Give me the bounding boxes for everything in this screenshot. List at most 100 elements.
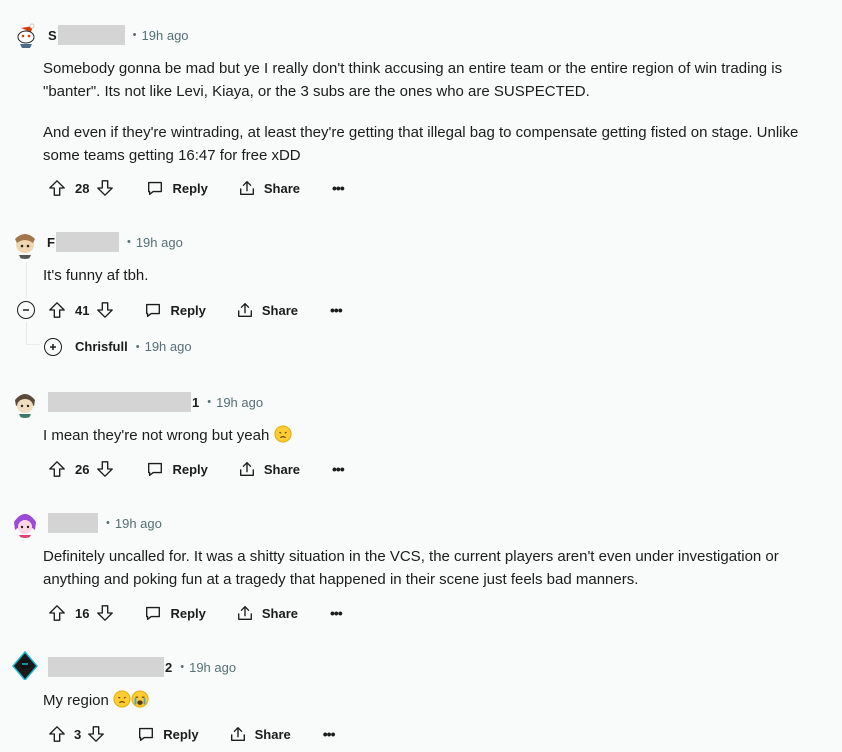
thread-connector	[26, 344, 40, 345]
upvote-button[interactable]	[48, 725, 66, 743]
timestamp[interactable]: 19h ago	[115, 516, 162, 531]
separator-dot: •	[132, 29, 137, 41]
share-button[interactable]: Share	[236, 301, 298, 319]
share-icon	[239, 181, 254, 195]
separator-dot: •	[180, 661, 185, 673]
comment-meta: • 19h ago	[47, 513, 162, 533]
comment-meta: F • 19h ago	[47, 232, 183, 252]
comment-meta: 1 • 19h ago	[47, 392, 263, 412]
comment-body: I mean they're not wrong but yeah	[43, 424, 833, 447]
reply-bubble-icon	[146, 606, 161, 620]
downvote-button[interactable]	[96, 604, 114, 622]
upvote-icon	[49, 302, 65, 318]
upvote-button[interactable]	[48, 179, 66, 197]
more-options-button[interactable]: •••	[323, 726, 336, 742]
upvote-icon	[49, 180, 65, 196]
redacted-username	[48, 657, 164, 677]
share-button[interactable]: Share	[238, 179, 300, 197]
upvote-button[interactable]	[48, 301, 66, 319]
share-label: Share	[261, 605, 299, 621]
comment-paragraph: Somebody gonna be mad but ye I really do…	[43, 60, 783, 100]
more-options-button[interactable]: •••	[332, 180, 345, 196]
expand-reply-button[interactable]	[44, 338, 62, 356]
comment-paragraph: Definitely uncalled for. It was a shitty…	[43, 548, 779, 588]
thread-line[interactable]	[26, 262, 27, 298]
share-button[interactable]: Share	[236, 604, 298, 622]
share-label: Share	[263, 461, 301, 477]
upvote-button[interactable]	[48, 604, 66, 622]
collapsed-reply-meta: Chrisfull • 19h ago	[75, 339, 192, 354]
more-options-button[interactable]: •••	[332, 461, 345, 477]
separator-dot: •	[106, 517, 110, 529]
share-icon	[239, 462, 254, 476]
downvote-icon	[97, 180, 114, 196]
avatar[interactable]	[11, 18, 43, 50]
reply-button[interactable]: Reply	[137, 725, 199, 743]
share-button[interactable]: Share	[229, 725, 291, 743]
vote-score: 41	[75, 302, 90, 318]
comment-body: It's funny af tbh.	[43, 264, 833, 287]
timestamp[interactable]: 19h ago	[145, 339, 192, 354]
username[interactable]: Chrisfull	[75, 339, 128, 354]
redacted-username	[48, 513, 98, 533]
username[interactable]: F	[47, 235, 55, 250]
comment-actions: 28 Reply Share •••	[48, 172, 345, 204]
share-icon	[230, 727, 245, 741]
downvote-icon	[88, 726, 105, 742]
reply-button[interactable]: Reply	[146, 460, 208, 478]
separator-dot: •	[207, 396, 212, 408]
upvote-button[interactable]	[48, 460, 66, 478]
username[interactable]: S	[48, 28, 57, 43]
collapse-button[interactable]	[17, 301, 35, 319]
share-icon	[237, 606, 252, 620]
reply-button[interactable]: Reply	[146, 179, 208, 197]
reply-bubble-icon	[139, 727, 154, 741]
upvote-icon	[49, 726, 65, 742]
reply-label: Reply	[170, 302, 206, 318]
downvote-icon	[97, 605, 114, 621]
comment-body: My region	[43, 689, 833, 712]
reply-button[interactable]: Reply	[144, 604, 206, 622]
comment-actions: 26 Reply Share •••	[48, 453, 345, 485]
comment-paragraph: And even if they're wintrading, at least…	[43, 124, 799, 164]
comment-actions: 16 Reply Share •••	[48, 597, 343, 629]
share-label: Share	[261, 302, 299, 318]
separator-dot: •	[135, 340, 140, 353]
downvote-button[interactable]	[87, 725, 105, 743]
downvote-button[interactable]	[96, 179, 114, 197]
timestamp[interactable]: 19h ago	[136, 235, 183, 250]
comment-paragraph: I mean they're not wrong but yeah	[43, 424, 833, 447]
share-button[interactable]: Share	[238, 460, 300, 478]
avatar[interactable]	[9, 648, 41, 680]
comment-meta: S • 19h ago	[48, 25, 189, 45]
reply-label: Reply	[172, 461, 208, 477]
redacted-username	[55, 232, 119, 252]
share-label: Share	[263, 180, 301, 196]
vote-score: 26	[75, 461, 90, 477]
redacted-username	[57, 25, 125, 45]
thread-line[interactable]	[26, 322, 27, 344]
comment-text: My region	[43, 692, 109, 709]
share-icon	[237, 303, 252, 317]
reply-button[interactable]: Reply	[144, 301, 206, 319]
downvote-button[interactable]	[96, 460, 114, 478]
avatar[interactable]	[9, 386, 41, 418]
more-options-button[interactable]: •••	[330, 302, 343, 318]
timestamp[interactable]: 19h ago	[189, 660, 236, 675]
avatar[interactable]	[9, 227, 41, 259]
upvote-icon	[49, 461, 65, 477]
username-suffix[interactable]: 1	[192, 395, 199, 410]
username-suffix[interactable]: 2	[165, 660, 172, 675]
comment-meta: 2 • 19h ago	[47, 657, 236, 677]
timestamp[interactable]: 19h ago	[216, 395, 263, 410]
reply-label: Reply	[172, 180, 208, 196]
avatar[interactable]	[9, 506, 41, 538]
timestamp[interactable]: 19h ago	[142, 28, 189, 43]
redacted-username	[48, 392, 191, 412]
more-options-button[interactable]: •••	[330, 605, 343, 621]
downvote-button[interactable]	[96, 301, 114, 319]
share-label: Share	[254, 726, 291, 742]
reply-bubble-icon	[146, 303, 161, 317]
sad-face-emoji	[273, 425, 292, 443]
comment-body: Somebody gonna be mad but ye I really do…	[43, 57, 833, 167]
